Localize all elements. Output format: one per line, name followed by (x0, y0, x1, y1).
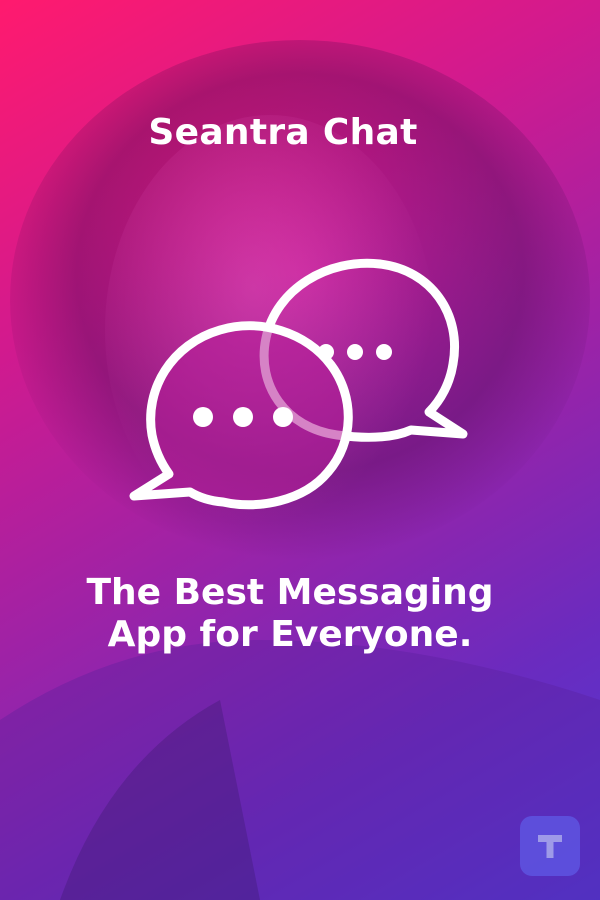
watermark-badge (520, 816, 580, 876)
tagline-line-1: The Best Messaging (86, 572, 494, 613)
app-promo-poster: Seantra Chat The Best Messaging App for … (0, 0, 600, 900)
chat-bubbles-icon (128, 252, 473, 514)
tagline-line-2: App for Everyone. (107, 614, 473, 655)
tagline: The Best Messaging App for Everyone. (0, 572, 580, 656)
t-letter-icon (538, 835, 562, 858)
brand-title: Seantra Chat (148, 112, 418, 153)
